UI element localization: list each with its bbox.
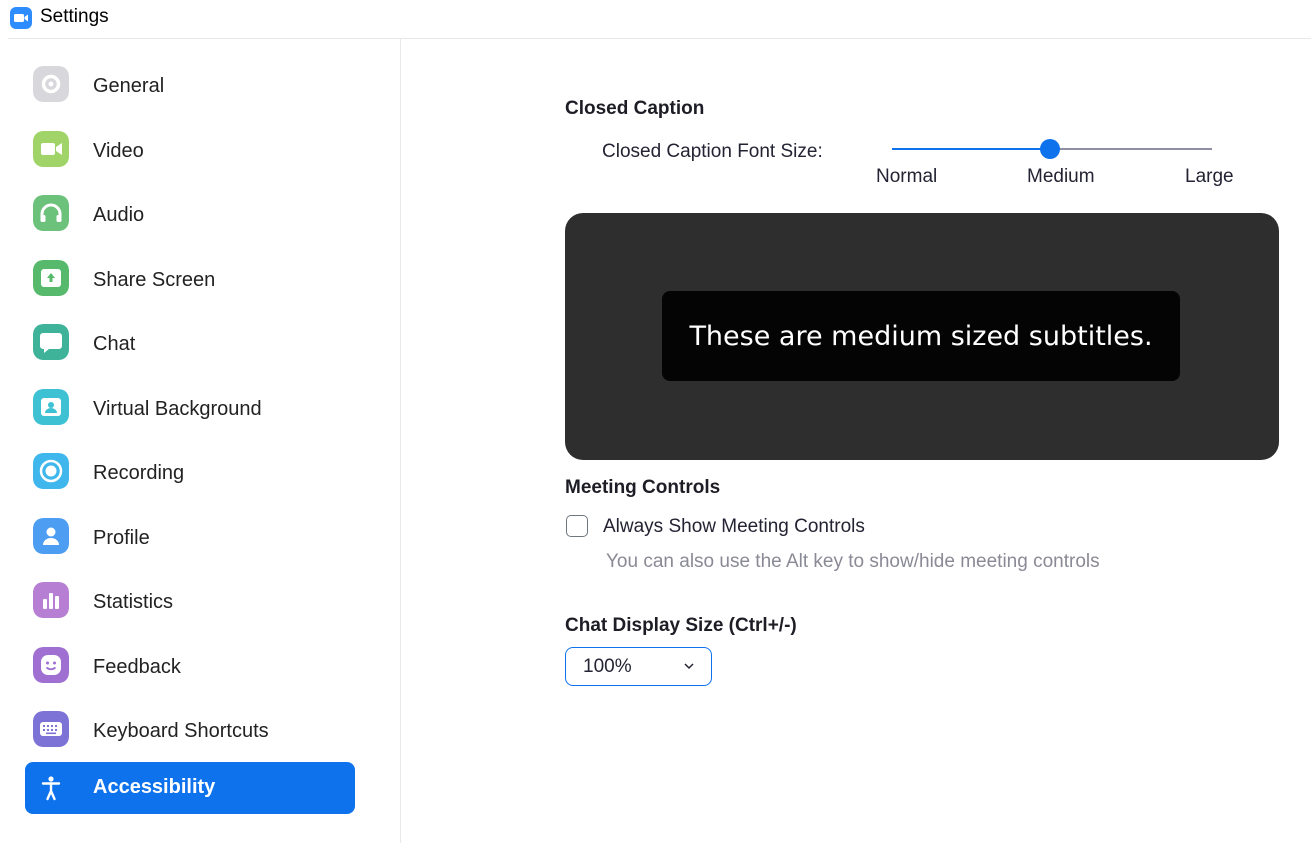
sidebar-item-share-screen[interactable]: Share Screen: [25, 246, 355, 298]
sidebar-item-label: Virtual Background: [93, 397, 262, 420]
settings-content: Closed Caption Closed Caption Font Size:…: [565, 0, 1279, 843]
sidebar-item-virtual-background[interactable]: Virtual Background: [25, 375, 355, 427]
sidebar-item-keyboard-shortcuts[interactable]: Keyboard Shortcuts: [25, 697, 355, 749]
sidebar-item-chat[interactable]: Chat: [25, 310, 355, 362]
slider-track-empty: [1052, 148, 1212, 150]
profile-icon: [33, 517, 69, 554]
sidebar-item-label: Audio: [93, 204, 145, 226]
sidebar-item-label: Share Screen: [93, 268, 216, 291]
sidebar-item-label: Keyboard Shortcuts: [93, 720, 269, 742]
slider-option-large[interactable]: Large: [1185, 166, 1234, 188]
closed-caption-title: Closed Caption: [565, 98, 705, 119]
sidebar-item-accessibility[interactable]: Accessibility: [25, 761, 355, 814]
record-icon: [33, 453, 69, 489]
sidebar-item-feedback[interactable]: Feedback: [25, 633, 355, 685]
chat-display-size-select[interactable]: 100%: [565, 647, 712, 686]
meeting-controls-hint: You can also use the Alt key to show/hid…: [606, 551, 1100, 572]
slider-option-normal[interactable]: Normal: [876, 166, 937, 188]
caption-preview: These are medium sized subtitles.: [565, 213, 1279, 460]
sidebar-item-label: Recording: [93, 462, 185, 484]
sidebar-item-recording[interactable]: Recording: [25, 439, 355, 491]
chat-display-title: Chat Display Size (Ctrl+/-): [565, 615, 797, 636]
chevron-down-icon: [684, 663, 694, 670]
video-camera-icon: [33, 130, 69, 167]
sidebar-item-label: General: [93, 75, 165, 97]
always-show-controls-checkbox[interactable]: [566, 515, 588, 537]
smiley-icon: [33, 646, 69, 683]
share-screen-icon: [33, 259, 69, 296]
select-value: 100%: [583, 656, 632, 677]
accessibility-icon: [41, 775, 61, 800]
sidebar-item-label: Feedback: [93, 655, 181, 678]
window-title: Settings: [40, 6, 109, 27]
sidebar-item-label: Statistics: [93, 591, 174, 613]
sidebar-item-general[interactable]: General: [25, 52, 355, 104]
sidebar-item-audio[interactable]: Audio: [25, 181, 355, 233]
chat-bubble-icon: [33, 324, 69, 360]
sidebar-divider: [400, 39, 401, 843]
sidebar-item-statistics[interactable]: Statistics: [25, 568, 355, 620]
sidebar-item-label: Accessibility: [93, 775, 216, 798]
keyboard-icon: [33, 711, 69, 747]
sidebar-item-profile[interactable]: Profile: [25, 504, 355, 556]
subtitle-box: These are medium sized subtitles.: [662, 291, 1180, 381]
sidebar-item-label: Chat: [93, 333, 136, 355]
virtual-background-icon: [33, 388, 69, 425]
font-size-slider[interactable]: [892, 138, 1212, 160]
subtitle-preview-text: These are medium sized subtitles.: [689, 321, 1153, 352]
sidebar-item-video[interactable]: Video: [25, 117, 355, 169]
slider-thumb[interactable]: [1040, 139, 1060, 159]
zoom-app-icon: [10, 7, 32, 29]
settings-sidebar: General Video Audio Share Screen Chat Vi…: [25, 52, 355, 826]
bar-chart-icon: [33, 582, 69, 618]
always-show-controls-label[interactable]: Always Show Meeting Controls: [603, 516, 865, 538]
slider-track-filled: [892, 148, 1050, 150]
sidebar-item-label: Video: [93, 139, 144, 162]
headphones-icon: [33, 195, 69, 231]
sidebar-item-label: Profile: [93, 526, 150, 549]
slider-option-medium[interactable]: Medium: [1027, 166, 1095, 188]
font-size-label: Closed Caption Font Size:: [602, 141, 823, 162]
gear-icon: [33, 66, 69, 102]
meeting-controls-title: Meeting Controls: [565, 477, 721, 498]
